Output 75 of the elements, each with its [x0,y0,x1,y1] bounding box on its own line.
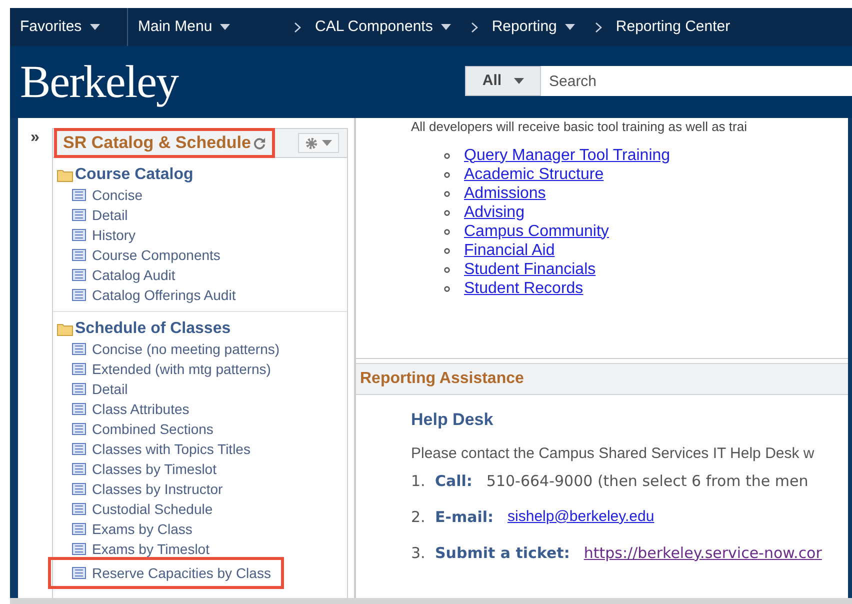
bullet-icon [444,152,450,158]
report-link[interactable]: Classes by Timeslot [57,459,226,479]
bullet-icon [444,190,450,196]
caret-icon [322,140,332,146]
contact-label: Call: [435,470,472,492]
contact-label: Submit a ticket: [435,542,570,564]
bullet-icon [444,266,450,272]
bullet-icon [444,228,450,234]
collapse-button[interactable]: » [30,130,40,146]
list-icon [72,543,86,555]
contact-link[interactable]: sishelp@berkeley.edu [508,506,654,528]
help-desk-heading: Help Desk [411,409,494,431]
report-link[interactable]: Catalog Offerings Audit [57,285,246,305]
chevron-right-icon [594,22,602,32]
folder-title[interactable]: Schedule of Classes [75,317,231,341]
folder-icon [57,322,73,336]
report-link[interactable]: Combined Sections [57,419,224,439]
list-icon [72,567,86,579]
chevron-right-icon [470,22,478,32]
chevron-right-icon [294,22,301,32]
list-icon [72,463,86,475]
report-link[interactable]: Concise [57,185,153,205]
report-link[interactable]: Exams by Timeslot [57,539,220,559]
list-icon [72,189,86,201]
bullet-icon [444,286,450,292]
list-icon [72,343,86,355]
report-link[interactable]: Exams by Class [57,519,202,539]
report-link[interactable]: History [57,225,146,245]
list-icon [72,209,86,221]
search-scope-dropdown[interactable]: All [465,66,541,96]
help-desk-text: Please contact the Campus Shared Services IT Help Desk w [411,444,816,463]
pagelet-title-text: SR Catalog & Schedule [63,132,251,154]
intro-text: All developers will receive basic tool training as well as trai [410,120,748,134]
report-link[interactable]: Reserve Capacities by Class [51,560,281,586]
folder-title[interactable]: Course Catalog [75,163,194,187]
report-link[interactable]: Detail [57,205,138,225]
report-link[interactable]: Detail [57,379,138,399]
report-link[interactable]: Classes by Instructor [57,479,233,499]
report-link[interactable]: Class Attributes [57,399,200,419]
bullet-icon [444,210,450,216]
panel-title: Reporting Assistance [360,369,524,389]
list-icon [72,383,86,395]
list-icon [72,483,86,495]
settings-menu-button[interactable] [298,133,339,153]
search-field[interactable]: Search [541,66,852,96]
logo: Berkeley [20,59,180,105]
list-icon [72,443,86,455]
bullet-icon [444,248,450,254]
list-icon [72,229,86,241]
breadcrumb-link[interactable]: Reporting Center [616,16,730,38]
list-icon [72,423,86,435]
gear-icon [305,136,318,150]
list-icon [72,363,86,375]
report-link[interactable]: Concise (no meeting patterns) [57,339,290,359]
list-icon [72,523,86,535]
list-icon [72,289,86,301]
breadcrumb-link[interactable]: Reporting [492,16,575,38]
report-link[interactable]: Course Components [57,245,230,265]
list-icon [72,503,86,515]
breadcrumb-link[interactable]: CAL Components [315,16,451,38]
bullet-icon [444,172,450,178]
list-icon [72,403,86,415]
contact-link[interactable]: https://berkeley.service-now.cor [584,542,822,564]
refresh-icon[interactable] [252,136,266,150]
report-link[interactable]: Catalog Audit [57,265,186,285]
list-icon [72,249,86,261]
report-link[interactable]: Custodial Schedule [57,499,223,519]
caret-icon [514,78,524,84]
menu-button[interactable]: Main Menu [128,8,278,46]
contact-label: E-mail: [435,506,494,528]
contact-text: 510-664-9000 (then select 6 from the men [486,470,808,492]
report-link[interactable]: Classes with Topics Titles [57,439,260,459]
list-icon [72,269,86,281]
folder-icon [57,168,73,182]
report-link[interactable]: Extended (with mtg patterns) [57,359,281,379]
